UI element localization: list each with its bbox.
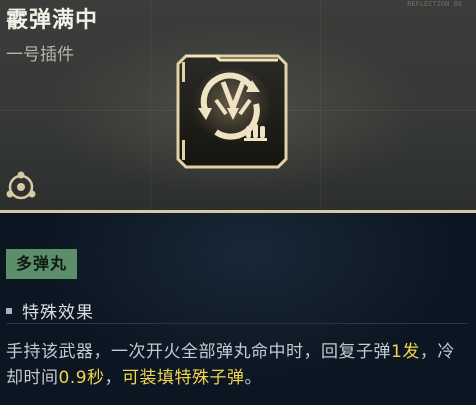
section-title: 特殊效果: [22, 303, 94, 323]
effect-description: 手持该武器，一次开火全部弹丸命中时，回复子弹1发，冷却时间0.9秒，可装填特殊子…: [6, 339, 470, 391]
node-slot-icon: [6, 171, 36, 200]
item-title: 霰弹满中: [6, 8, 99, 33]
desc-text: 手持该武器，一次开火全部弹丸命中时，回复子弹: [6, 342, 391, 362]
special-effect-heading: 特殊效果: [6, 299, 468, 324]
bg-grid-line: [320, 0, 321, 210]
heading-bullet: [6, 308, 12, 314]
desc-text: ，: [104, 368, 123, 388]
bg-grid-line: [150, 0, 151, 210]
item-tag: 多弹丸: [6, 249, 78, 279]
desc-value-rounds: 1发: [391, 342, 420, 362]
scatter-arrows-ammo-icon: [176, 54, 288, 169]
desc-special-ammo: 可装填特殊子弹: [122, 368, 245, 388]
item-header-panel: 霰弹满中 一号插件 REFLECTION 06: [0, 0, 476, 213]
desc-value-cooldown: 0.9秒: [58, 368, 105, 388]
decorative-code-text: REFLECTION 06: [407, 0, 462, 8]
item-subtitle: 一号插件: [6, 45, 74, 65]
desc-text: 。: [244, 368, 263, 388]
